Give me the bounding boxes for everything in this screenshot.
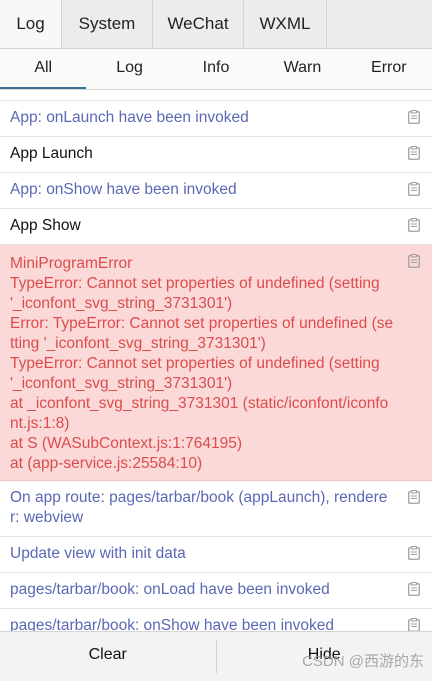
log-text: On app route: pages/tarbar/book (appLaun… — [10, 489, 387, 526]
filter-info[interactable]: Info — [173, 49, 259, 89]
log-text: App Show — [10, 217, 81, 234]
copy-icon[interactable] — [408, 254, 420, 268]
top-tab-bar: Log System WeChat WXML — [0, 0, 432, 49]
top-tab-spacer — [327, 0, 432, 48]
filter-log[interactable]: Log — [86, 49, 172, 89]
tab-log[interactable]: Log — [0, 0, 62, 48]
error-line: TypeError: Cannot set properties of unde… — [10, 274, 394, 314]
error-line: Error: TypeError: Cannot set properties … — [10, 314, 394, 354]
log-text: pages/tarbar/book: onShow have been invo… — [10, 617, 334, 632]
log-text: App: onShow have been invoked — [10, 181, 237, 198]
log-text: pages/tarbar/book: onLoad have been invo… — [10, 581, 330, 598]
error-title: MiniProgramError — [10, 254, 394, 274]
copy-icon[interactable] — [408, 546, 420, 560]
log-entry: App Launch — [0, 137, 432, 173]
copy-icon[interactable] — [408, 582, 420, 596]
log-entry: pages/tarbar/book: onLoad have been invo… — [0, 573, 432, 609]
error-log-entry: MiniProgramError TypeError: Cannot set p… — [0, 245, 432, 481]
stack-line: at S (WASubContext.js:1:764195) — [10, 434, 394, 454]
error-line: TypeError: Cannot set properties of unde… — [10, 354, 394, 394]
log-text: App Launch — [10, 145, 93, 162]
log-text: App: onLaunch have been invoked — [10, 109, 249, 126]
log-entry: App: onLaunch have been invoked — [0, 101, 432, 137]
log-filter-tabs: All Log Info Warn Error — [0, 49, 432, 90]
log-entry: Update view with init data — [0, 537, 432, 573]
filter-warn[interactable]: Warn — [259, 49, 345, 89]
copy-icon[interactable] — [408, 618, 420, 632]
filter-error[interactable]: Error — [346, 49, 432, 89]
log-text: Update view with init data — [10, 545, 186, 562]
copy-icon[interactable] — [408, 490, 420, 504]
copy-icon[interactable] — [408, 182, 420, 196]
log-list[interactable]: App: onLaunch have been invoked App Laun… — [0, 100, 432, 632]
copy-icon[interactable] — [408, 146, 420, 160]
tab-system[interactable]: System — [62, 0, 153, 48]
log-entry: App: onShow have been invoked — [0, 173, 432, 209]
watermark: CSDN @西游的东 — [302, 650, 424, 671]
stack-line: at (app-service.js:25584:10) — [10, 454, 394, 474]
log-entry: On app route: pages/tarbar/book (appLaun… — [0, 481, 432, 537]
filter-all[interactable]: All — [0, 49, 86, 89]
stack-line: at _iconfont_svg_string_3731301 (static/… — [10, 394, 394, 434]
log-entry: pages/tarbar/book: onShow have been invo… — [0, 609, 432, 632]
copy-icon[interactable] — [408, 218, 420, 232]
tab-wxml[interactable]: WXML — [244, 0, 327, 48]
log-entry: App Show — [0, 209, 432, 245]
tab-wechat[interactable]: WeChat — [153, 0, 244, 48]
copy-icon[interactable] — [408, 110, 420, 124]
clear-button[interactable]: Clear — [0, 632, 216, 681]
